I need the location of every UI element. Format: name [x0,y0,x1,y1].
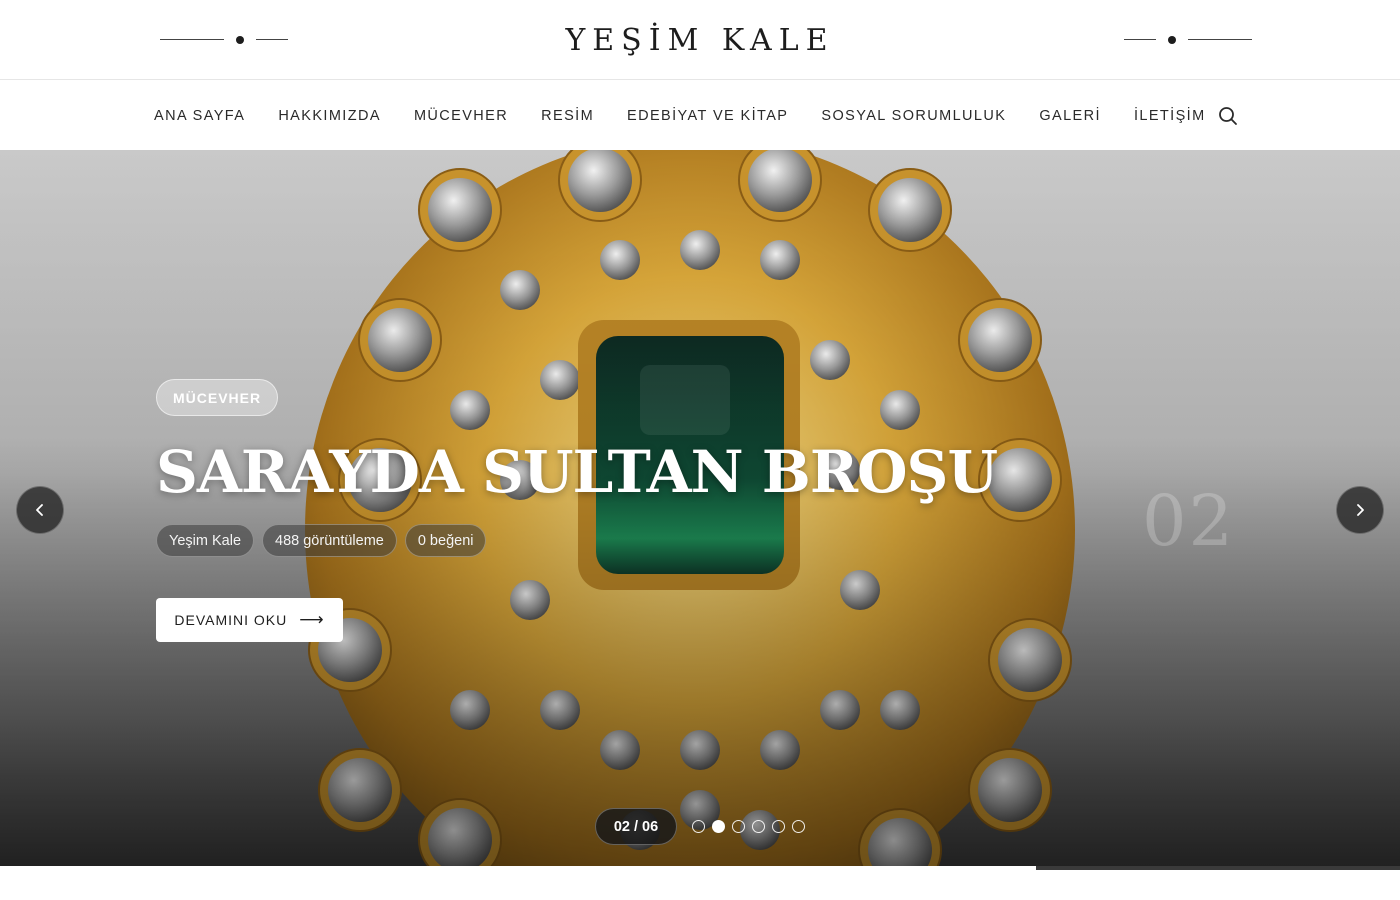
top-header: YEŞİM KALE [0,0,1400,80]
nav-item-8[interactable]: İLETİŞİM [1134,108,1206,124]
hero-slider: MÜCEVHER SARAYDA SULTAN BROŞU Yeşim Kale… [0,150,1400,866]
slide-dot-4[interactable] [752,820,765,833]
slide-dot-1[interactable] [692,820,705,833]
nav-item-3[interactable]: MÜCEVHER [414,108,508,124]
slide-dot-3[interactable] [732,820,745,833]
nav-item-1[interactable]: ANA SAYFA [154,108,245,124]
category-badge[interactable]: MÜCEVHER [156,379,279,416]
slide-dot-6[interactable] [792,820,805,833]
chevron-right-icon [1357,504,1364,516]
nav-item-7[interactable]: GALERİ [1039,108,1101,124]
nav-list: ANA SAYFA HAKKIMIZDA MÜCEVHER RESİM EDEBİYAT… [154,81,1239,150]
arrow-right-icon: ⟶ [299,610,325,629]
next-slide-button[interactable] [1336,486,1384,534]
slide-title[interactable]: SARAYDA SULTAN BROŞU [156,438,998,506]
slide-dot-2[interactable] [712,820,725,833]
views-pill: 488 görüntüleme [262,524,397,557]
nav-item-5[interactable]: EDEBİYAT VE KİTAP [627,108,788,124]
slide-dots [692,820,812,833]
nav-item-6[interactable]: SOSYAL SORUMLULUK [821,108,1006,124]
author-pill[interactable]: Yeşim Kale [156,524,255,557]
nav-item-4[interactable]: RESİM [541,108,594,124]
slider-progress [0,866,1400,870]
right-ornament [1124,36,1252,44]
main-nav: ANA SAYFA HAKKIMIZDA MÜCEVHER RESİM EDEBİYAT… [0,81,1400,150]
search-button[interactable] [1216,104,1240,128]
slide-counter: 02 / 06 [595,808,677,845]
post-meta: Yeşim Kale 488 görüntüleme 0 beğeni [156,524,494,557]
slide-number-watermark: 02 [1142,480,1236,562]
slide-dot-5[interactable] [772,820,785,833]
slider-progress-fill [1036,866,1400,870]
read-more-label: DEVAMINI OKU [174,612,288,628]
chevron-left-icon [36,504,43,516]
search-icon [1219,107,1237,125]
likes-pill: 0 beğeni [404,524,487,557]
prev-slide-button[interactable] [16,486,64,534]
nav-item-2[interactable]: HAKKIMIZDA [278,108,381,124]
read-more-button[interactable]: DEVAMINI OKU ⟶ [156,598,343,642]
